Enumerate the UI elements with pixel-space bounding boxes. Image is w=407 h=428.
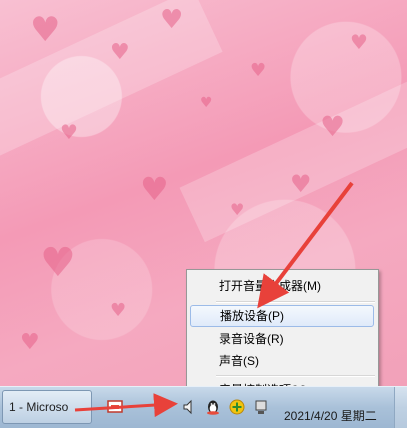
qq-penguin-icon[interactable] (205, 399, 221, 415)
heart-decoration: ♥ (290, 170, 312, 198)
heart-decoration: ♥ (140, 170, 169, 208)
device-icon[interactable] (253, 399, 269, 415)
heart-decoration: ♥ (200, 95, 213, 111)
heart-decoration: ♥ (230, 200, 245, 219)
menu-separator (216, 375, 375, 377)
menu-item-volume-mixer[interactable]: 打开音量合成器(M) (190, 275, 374, 297)
menu-item-playback-devices[interactable]: 播放设备(P) (190, 305, 374, 327)
heart-decoration: ♥ (250, 60, 267, 81)
menu-separator (216, 301, 375, 303)
heart-decoration: ♥ (160, 5, 184, 35)
heart-decoration: ♥ (110, 300, 127, 321)
volume-context-menu: 打开音量合成器(M) 播放设备(P) 录音设备(R) 声音(S) 音量控制选项(… (186, 269, 379, 404)
heart-decoration: ♥ (320, 110, 346, 143)
heart-decoration: ♥ (110, 40, 130, 65)
speaker-icon[interactable] (182, 399, 198, 415)
menu-item-sounds[interactable]: 声音(S) (190, 350, 374, 372)
network-icon[interactable] (107, 399, 123, 415)
heart-decoration: ♥ (60, 120, 78, 144)
heart-decoration: ♥ (20, 330, 40, 355)
heart-decoration: ♥ (350, 30, 368, 54)
show-desktop-button[interactable] (394, 387, 407, 428)
taskbar-app-button[interactable]: 1 - Microso (2, 390, 92, 424)
heart-decoration: ♥ (40, 240, 76, 286)
taskbar: 1 - Microso 2021/4/20 星期二 (0, 386, 407, 428)
clock[interactable]: 2021/4/20 星期二 (284, 407, 377, 424)
security-shield-icon[interactable] (229, 399, 245, 415)
wallpaper-band (179, 77, 407, 243)
menu-item-recording-devices[interactable]: 录音设备(R) (190, 328, 374, 350)
heart-decoration: ♥ (30, 10, 61, 50)
